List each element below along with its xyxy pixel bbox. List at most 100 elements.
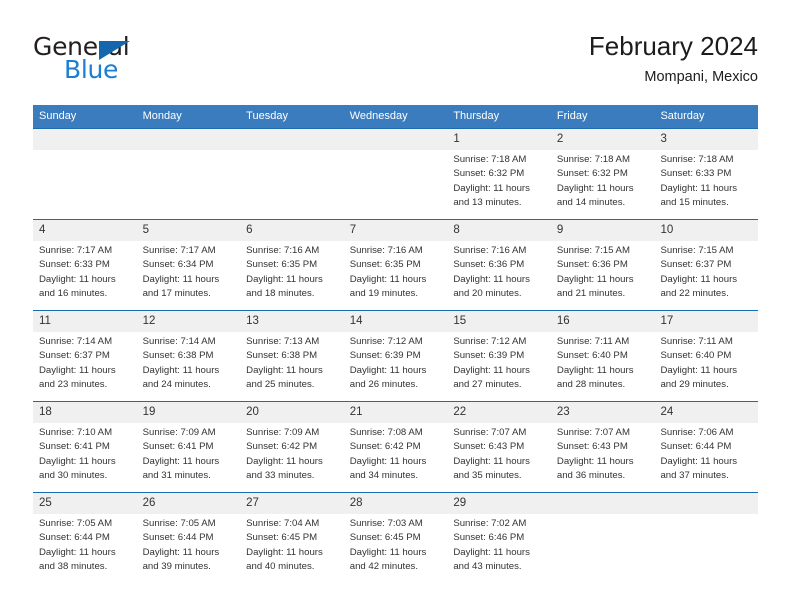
day-sun-info: Sunrise: 7:15 AM Sunset: 6:36 PM Daylight:… <box>551 241 655 310</box>
daylight-text-line2: and 14 minutes. <box>556 197 626 209</box>
daylight-text-line2: and 15 minutes. <box>660 197 729 209</box>
sunset-text: Sunset: 6:39 PM <box>453 350 525 362</box>
calendar-day-cell[interactable]: 21 Sunrise: 7:08 AM Sunset: 6:42 PM Dayligh… <box>343 402 448 492</box>
calendar-weeks: 1 Sunrise: 7:18 AM Sunset: 6:32 PM Daylight… <box>33 128 759 583</box>
sunset-text: Sunset: 6:43 PM <box>453 441 525 453</box>
day-number: 26 <box>136 493 241 514</box>
day-sun-info: Sunrise: 7:05 AM Sunset: 6:44 PM Daylight:… <box>33 514 137 583</box>
day-number: 8 <box>447 220 551 241</box>
daylight-text-line2: and 29 minutes. <box>660 379 729 391</box>
day-sun-info: Sunrise: 7:16 AM Sunset: 6:36 PM Daylight:… <box>447 241 551 310</box>
calendar-week-row: 25 Sunrise: 7:05 AM Sunset: 6:44 PM Dayligh… <box>33 492 759 583</box>
calendar-week-row: 1 Sunrise: 7:18 AM Sunset: 6:32 PM Daylight… <box>33 128 759 219</box>
day-number: 7 <box>343 220 448 241</box>
calendar-day-cell[interactable]: 22 Sunrise: 7:07 AM Sunset: 6:43 PM Dayligh… <box>447 402 551 492</box>
sunrise-text: Sunrise: 7:07 AM <box>453 427 527 438</box>
sunset-text: Sunset: 6:40 PM <box>660 350 732 362</box>
calendar-day-cell[interactable]: 3 Sunrise: 7:18 AM Sunset: 6:33 PM Daylight… <box>654 129 759 219</box>
day-sun-info: Sunrise: 7:04 AM Sunset: 6:45 PM Daylight:… <box>240 514 344 583</box>
sunrise-text: Sunrise: 7:13 AM <box>246 336 320 347</box>
day-number: 28 <box>343 493 448 514</box>
sunset-text: Sunset: 6:41 PM <box>39 441 110 453</box>
calendar-day-cell[interactable]: 13 Sunrise: 7:13 AM Sunset: 6:38 PM Dayligh… <box>240 311 344 401</box>
page-subtitle: Mompani, Mexico <box>644 69 758 85</box>
calendar-day-cell[interactable]: 17 Sunrise: 7:11 AM Sunset: 6:40 PM Dayligh… <box>654 311 759 401</box>
calendar-day-cell[interactable]: 20 Sunrise: 7:09 AM Sunset: 6:42 PM Dayligh… <box>240 402 344 492</box>
calendar-day-cell[interactable]: 29 Sunrise: 7:02 AM Sunset: 6:46 PM Dayligh… <box>447 493 551 583</box>
daylight-text-line2: and 16 minutes. <box>39 288 108 300</box>
calendar-day-cell[interactable]: 11 Sunrise: 7:14 AM Sunset: 6:37 PM Dayligh… <box>33 311 137 401</box>
calendar-week-row: 18 Sunrise: 7:10 AM Sunset: 6:41 PM Dayligh… <box>33 401 759 492</box>
daylight-text-line2: and 18 minutes. <box>246 288 315 300</box>
daylight-text-line1: Daylight: 11 hours <box>142 455 220 467</box>
daylight-text-line2: and 40 minutes. <box>246 561 315 573</box>
weekday-header-tuesday: Tuesday <box>246 110 288 122</box>
day-sun-info: Sunrise: 7:11 AM Sunset: 6:40 PM Daylight:… <box>551 332 655 401</box>
calendar-day-cell[interactable]: 7 Sunrise: 7:16 AM Sunset: 6:35 PM Daylight… <box>343 220 448 310</box>
sunrise-text: Sunrise: 7:05 AM <box>39 518 113 529</box>
calendar-day-cell[interactable]: 8 Sunrise: 7:16 AM Sunset: 6:36 PM Daylight… <box>447 220 551 310</box>
day-sun-info: Sunrise: 7:14 AM Sunset: 6:37 PM Daylight:… <box>33 332 137 401</box>
daylight-text-line2: and 35 minutes. <box>453 470 522 482</box>
calendar-day-cell-empty <box>550 493 655 583</box>
calendar-day-cell[interactable]: 14 Sunrise: 7:12 AM Sunset: 6:39 PM Dayligh… <box>343 311 448 401</box>
sunrise-text: Sunrise: 7:17 AM <box>142 245 216 256</box>
day-sun-info: Sunrise: 7:06 AM Sunset: 6:44 PM Daylight:… <box>654 423 758 492</box>
daylight-text-line1: Daylight: 11 hours <box>660 455 738 467</box>
sunrise-text: Sunrise: 7:14 AM <box>39 336 113 347</box>
sunset-text: Sunset: 6:37 PM <box>660 259 732 271</box>
calendar-day-cell[interactable]: 10 Sunrise: 7:15 AM Sunset: 6:37 PM Dayligh… <box>654 220 759 310</box>
calendar-day-cell[interactable]: 23 Sunrise: 7:07 AM Sunset: 6:43 PM Dayligh… <box>550 402 655 492</box>
day-number: 11 <box>33 311 137 332</box>
calendar-day-cell[interactable]: 16 Sunrise: 7:11 AM Sunset: 6:40 PM Dayligh… <box>550 311 655 401</box>
calendar-day-cell[interactable]: 1 Sunrise: 7:18 AM Sunset: 6:32 PM Daylight… <box>447 129 551 219</box>
day-number: 25 <box>33 493 137 514</box>
sunrise-text: Sunrise: 7:04 AM <box>246 518 320 529</box>
calendar-day-cell[interactable]: 15 Sunrise: 7:12 AM Sunset: 6:39 PM Dayligh… <box>447 311 551 401</box>
weekday-header-friday: Friday <box>556 110 588 122</box>
day-sun-info: Sunrise: 7:03 AM Sunset: 6:45 PM Daylight:… <box>344 514 448 583</box>
calendar-day-cell[interactable]: 25 Sunrise: 7:05 AM Sunset: 6:44 PM Dayligh… <box>33 493 137 583</box>
calendar-day-cell[interactable]: 2 Sunrise: 7:18 AM Sunset: 6:32 PM Daylight… <box>550 129 655 219</box>
day-sun-info: Sunrise: 7:11 AM Sunset: 6:40 PM Daylight:… <box>654 332 758 401</box>
calendar-day-cell[interactable]: 9 Sunrise: 7:15 AM Sunset: 6:36 PM Daylight… <box>550 220 655 310</box>
day-number: 13 <box>240 311 344 332</box>
calendar-day-cell[interactable]: 24 Sunrise: 7:06 AM Sunset: 6:44 PM Dayligh… <box>654 402 759 492</box>
calendar-day-cell[interactable]: 12 Sunrise: 7:14 AM Sunset: 6:38 PM Dayligh… <box>136 311 241 401</box>
calendar-day-cell[interactable]: 27 Sunrise: 7:04 AM Sunset: 6:45 PM Dayligh… <box>240 493 344 583</box>
sunrise-text: Sunrise: 7:18 AM <box>556 154 630 165</box>
sunrise-text: Sunrise: 7:07 AM <box>556 427 630 438</box>
daylight-text-line2: and 27 minutes. <box>453 379 522 391</box>
sunset-text: Sunset: 6:35 PM <box>246 259 318 271</box>
day-sun-info: Sunrise: 7:07 AM Sunset: 6:43 PM Daylight:… <box>551 423 655 492</box>
day-sun-info: Sunrise: 7:18 AM Sunset: 6:32 PM Daylight:… <box>551 150 655 219</box>
day-sun-info: Sunrise: 7:17 AM Sunset: 6:33 PM Daylight:… <box>33 241 137 310</box>
day-number: 9 <box>550 220 655 241</box>
calendar-day-cell[interactable]: 19 Sunrise: 7:09 AM Sunset: 6:41 PM Dayligh… <box>136 402 241 492</box>
calendar-day-cell[interactable]: 6 Sunrise: 7:16 AM Sunset: 6:35 PM Daylight… <box>240 220 344 310</box>
day-number: 4 <box>33 220 137 241</box>
daylight-text-line1: Daylight: 11 hours <box>349 364 427 376</box>
daylight-text-line1: Daylight: 11 hours <box>453 546 530 558</box>
daylight-text-line1: Daylight: 11 hours <box>453 182 530 194</box>
day-number <box>550 493 655 514</box>
daylight-text-line1: Daylight: 11 hours <box>556 182 634 194</box>
daylight-text-line1: Daylight: 11 hours <box>453 455 530 467</box>
daylight-text-line2: and 33 minutes. <box>246 470 315 482</box>
sunrise-text: Sunrise: 7:11 AM <box>556 336 630 347</box>
calendar-day-cell[interactable]: 26 Sunrise: 7:05 AM Sunset: 6:44 PM Dayligh… <box>136 493 241 583</box>
calendar-day-cell[interactable]: 4 Sunrise: 7:17 AM Sunset: 6:33 PM Daylight… <box>33 220 137 310</box>
day-number: 3 <box>654 129 759 150</box>
calendar-day-cell[interactable]: 28 Sunrise: 7:03 AM Sunset: 6:45 PM Dayligh… <box>343 493 448 583</box>
calendar-day-cell[interactable]: 5 Sunrise: 7:17 AM Sunset: 6:34 PM Daylight… <box>136 220 241 310</box>
sunrise-text: Sunrise: 7:15 AM <box>660 245 734 256</box>
day-sun-info: Sunrise: 7:09 AM Sunset: 6:41 PM Daylight:… <box>137 423 241 492</box>
calendar-week-row: 4 Sunrise: 7:17 AM Sunset: 6:33 PM Daylight… <box>33 219 759 310</box>
daylight-text-line2: and 37 minutes. <box>660 470 729 482</box>
daylight-text-line1: Daylight: 11 hours <box>660 182 738 194</box>
day-number: 27 <box>240 493 344 514</box>
daylight-text-line1: Daylight: 11 hours <box>246 273 323 285</box>
calendar-day-cell[interactable]: 18 Sunrise: 7:10 AM Sunset: 6:41 PM Dayligh… <box>33 402 137 492</box>
day-number <box>240 129 344 150</box>
sunrise-text: Sunrise: 7:06 AM <box>660 427 734 438</box>
